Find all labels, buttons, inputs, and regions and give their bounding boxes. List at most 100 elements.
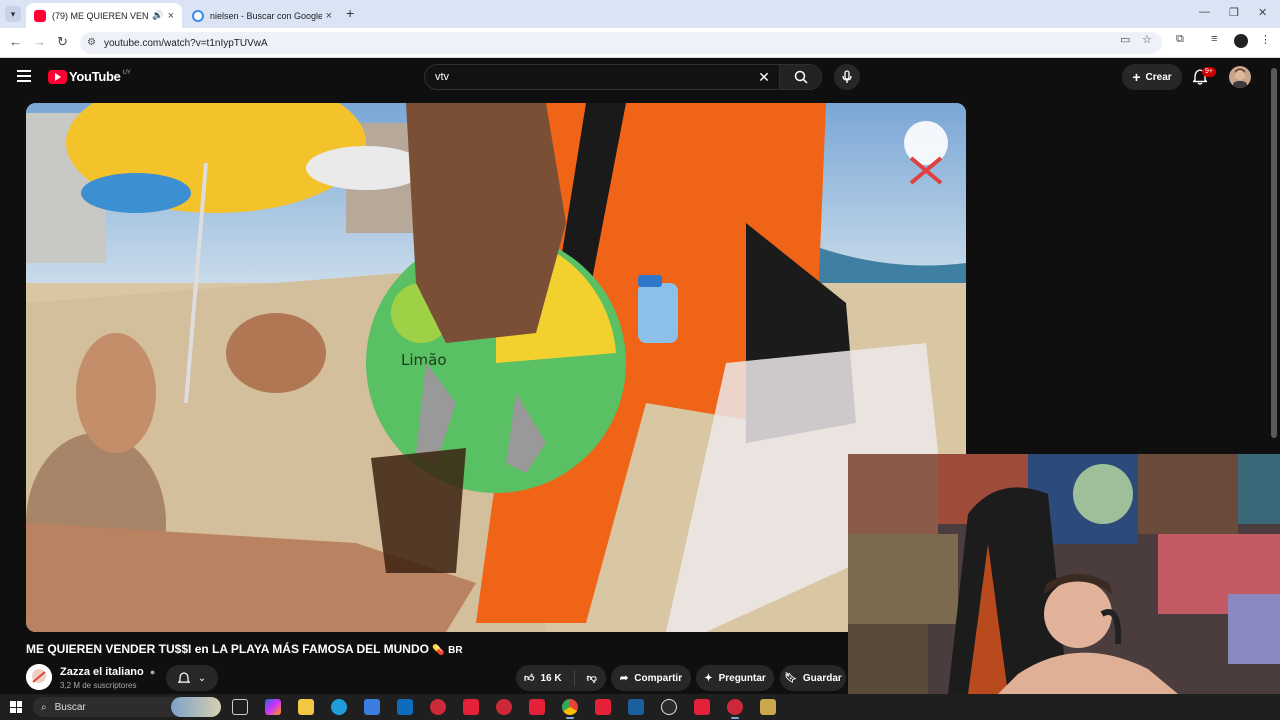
- bookmark-star-icon[interactable]: ☆: [1142, 33, 1152, 46]
- channel-avatar[interactable]: [26, 664, 52, 690]
- address-bar[interactable]: ⚙ youtube.com/watch?v=t1nIypTUVwA: [80, 32, 1162, 54]
- search-input[interactable]: vtv: [435, 71, 749, 83]
- new-tab-button[interactable]: +: [346, 5, 354, 21]
- vivaldi-icon[interactable]: [430, 699, 446, 715]
- share-button[interactable]: ➦ Compartir: [611, 665, 691, 691]
- microphone-icon: [842, 70, 852, 83]
- voice-search-button[interactable]: [834, 64, 860, 90]
- video-title: ME QUIEREN VENDER TU$$I en LA PLAYA MÁS …: [26, 642, 463, 656]
- sparkle-icon: ✦: [704, 672, 713, 684]
- windows-taskbar: ⌕ Buscar: [0, 694, 1280, 720]
- url-text: youtube.com/watch?v=t1nIypTUVwA: [104, 37, 268, 49]
- tab-search-button[interactable]: ▾: [5, 6, 21, 22]
- dispenser-label: Limão: [401, 351, 447, 369]
- like-dislike-group: 👍︎ 16 K 👎︎: [516, 665, 606, 691]
- cast-icon[interactable]: ▭: [1120, 33, 1130, 46]
- save-button[interactable]: 🔖︎ Guardar: [780, 665, 846, 691]
- edge-icon[interactable]: [331, 699, 347, 715]
- file-explorer-icon[interactable]: [298, 699, 314, 715]
- youtube-favicon-icon: [34, 9, 46, 22]
- plus-icon: +: [1132, 69, 1141, 85]
- save-label: Guardar: [802, 672, 842, 684]
- vivaldi-icon[interactable]: [694, 699, 710, 715]
- tab-youtube[interactable]: (79) ME QUIEREN VENDER 🔊 ×: [26, 3, 182, 28]
- share-label: Compartir: [634, 672, 683, 684]
- close-tab-icon[interactable]: ×: [168, 10, 174, 22]
- profile-avatar[interactable]: [1234, 34, 1248, 48]
- outlook-icon[interactable]: [397, 699, 413, 715]
- youtube-page: YouTube UY vtv ✕ + Crear 9+ Limão ME QUI…: [0, 58, 1280, 694]
- vivaldi-icon[interactable]: [727, 699, 743, 719]
- vivaldi-icon[interactable]: [463, 699, 479, 715]
- youtube-play-icon: [48, 69, 67, 84]
- logo-wordmark: YouTube: [69, 69, 121, 84]
- create-button[interactable]: + Crear: [1122, 64, 1182, 90]
- speaker-icon[interactable]: 🔊: [152, 10, 163, 21]
- youtube-logo[interactable]: YouTube UY: [48, 69, 131, 84]
- bell-icon: [177, 671, 190, 683]
- user-avatar[interactable]: [1229, 66, 1251, 88]
- verified-icon: ●: [149, 667, 156, 677]
- video-frame: Limão: [26, 103, 966, 632]
- chevron-down-icon: ⌄: [197, 672, 207, 684]
- task-view-icon[interactable]: [232, 699, 248, 715]
- tab-google[interactable]: nielsen - Buscar con Google ×: [184, 3, 340, 28]
- vivaldi-icon[interactable]: [496, 699, 512, 715]
- search-highlight-image: [171, 697, 221, 717]
- back-icon[interactable]: ←: [9, 34, 22, 49]
- taskbar-search-label: Buscar: [54, 701, 86, 713]
- like-button[interactable]: 👍︎ 16 K: [524, 672, 562, 685]
- restore-icon[interactable]: ❐: [1229, 6, 1239, 19]
- vivaldi-icon[interactable]: [595, 699, 611, 715]
- close-window-icon[interactable]: ✕: [1258, 6, 1267, 19]
- search-icon: ⌕: [41, 701, 47, 713]
- webcam-frame: [848, 454, 1280, 694]
- vpn-icon[interactable]: [628, 699, 644, 715]
- page-scrollbar[interactable]: [1271, 68, 1277, 438]
- browser-tab-strip: ▾ (79) ME QUIEREN VENDER 🔊 × nielsen - B…: [0, 0, 1280, 28]
- tab-title: (79) ME QUIEREN VENDER: [52, 10, 149, 21]
- menu-dots-icon[interactable]: ⋮: [1260, 33, 1271, 46]
- share-arrow-icon: ➦: [619, 672, 629, 684]
- google-favicon-icon: [192, 9, 204, 22]
- chrome-icon[interactable]: [562, 699, 578, 719]
- video-title-text: ME QUIEREN VENDER TU$$I en LA PLAYA MÁS …: [26, 642, 429, 656]
- close-tab-icon[interactable]: ×: [326, 10, 332, 22]
- ask-button[interactable]: ✦ Preguntar: [696, 665, 774, 691]
- league-icon[interactable]: [760, 699, 776, 715]
- obs-icon[interactable]: [661, 699, 677, 715]
- reading-list-icon[interactable]: ≡: [1211, 33, 1217, 45]
- channel-name-text: Zazza el italiano: [60, 666, 144, 678]
- browser-toolbar: ← → ↻ ⚙ youtube.com/watch?v=t1nIypTUVwA …: [0, 28, 1280, 58]
- reload-icon[interactable]: ↻: [57, 34, 68, 50]
- menu-icon[interactable]: [17, 70, 31, 85]
- title-suffix: BR: [448, 645, 463, 656]
- thumbs-up-icon: 👍︎: [524, 673, 535, 684]
- forward-icon[interactable]: →: [33, 34, 46, 49]
- extensions-icon[interactable]: ⧉: [1176, 33, 1184, 46]
- tab-title: nielsen - Buscar con Google: [210, 10, 322, 21]
- clear-search-icon[interactable]: ✕: [749, 69, 779, 86]
- taskbar-search[interactable]: ⌕ Buscar: [33, 697, 221, 717]
- subscriber-count: 3,2 M de suscriptores: [60, 681, 137, 690]
- copilot-icon[interactable]: [265, 699, 281, 715]
- pill-emoji-icon: 💊: [432, 645, 445, 656]
- minimize-icon[interactable]: —: [1199, 6, 1210, 18]
- video-player[interactable]: Limão: [26, 103, 966, 632]
- search-icon: [794, 70, 808, 84]
- channel-name[interactable]: Zazza el italiano ●: [60, 666, 155, 678]
- notification-count-badge: 9+: [1202, 67, 1216, 77]
- bookmark-icon: 🔖︎: [784, 672, 797, 684]
- like-count: 16 K: [540, 672, 562, 684]
- thumbs-down-icon[interactable]: 👎︎: [587, 672, 597, 684]
- vivaldi-icon[interactable]: [529, 699, 545, 715]
- webcam-overlay: [848, 454, 1280, 694]
- search-button[interactable]: [779, 65, 821, 89]
- search-box: vtv ✕: [424, 64, 822, 90]
- site-info-icon[interactable]: ⚙: [87, 37, 96, 48]
- store-icon[interactable]: [364, 699, 380, 715]
- subscribed-button[interactable]: ⌄: [166, 665, 218, 691]
- windows-start-icon[interactable]: [10, 701, 22, 713]
- country-code: UY: [122, 69, 131, 76]
- create-label: Crear: [1145, 71, 1172, 83]
